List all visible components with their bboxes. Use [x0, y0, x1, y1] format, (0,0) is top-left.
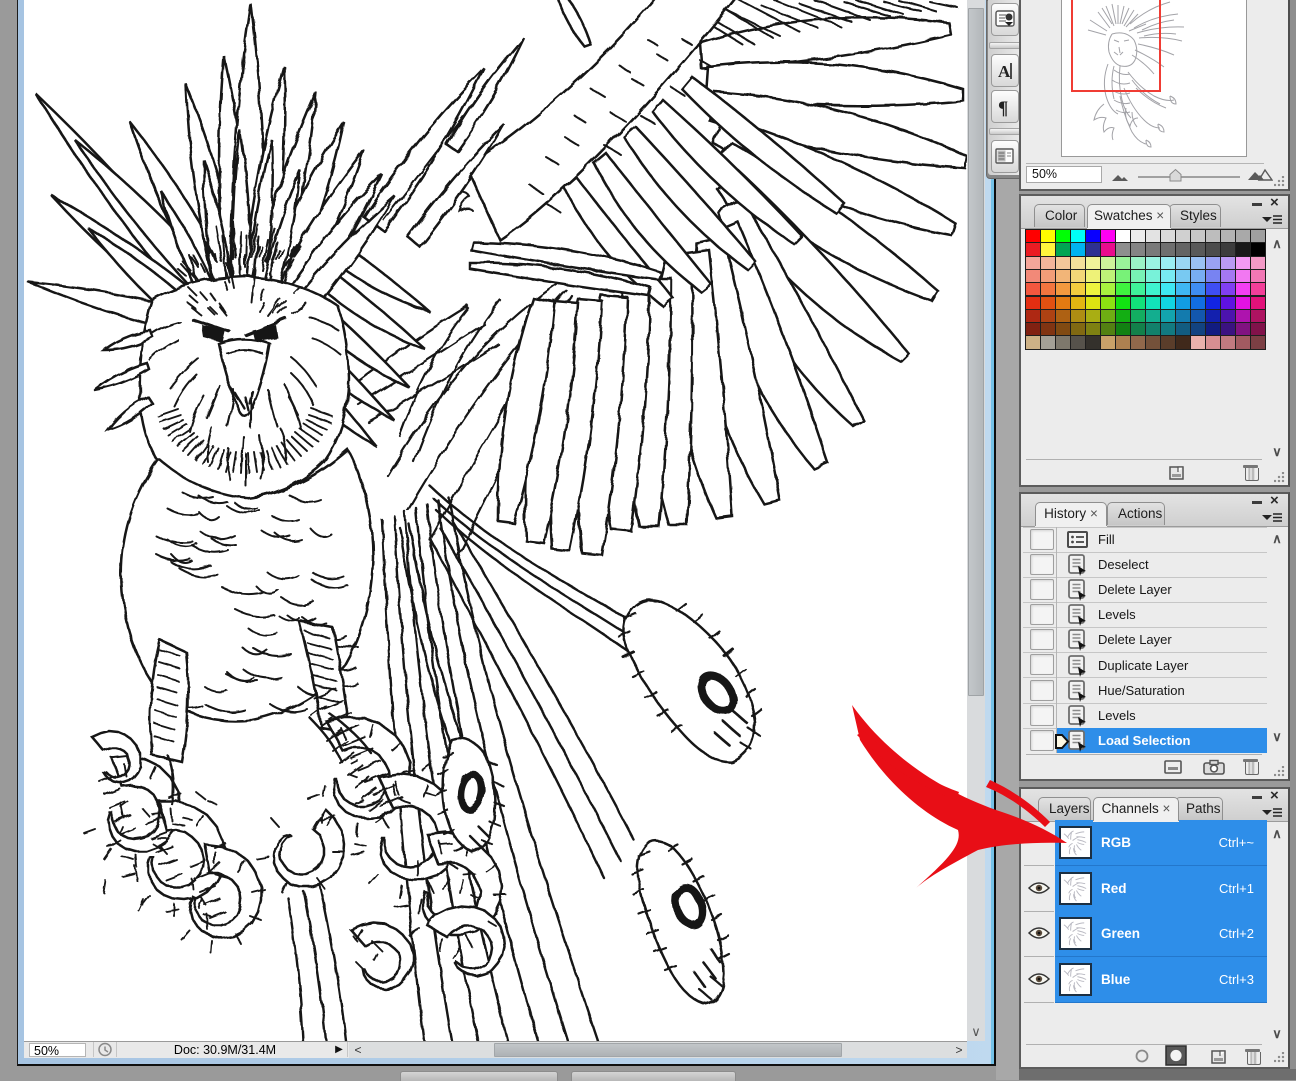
- svg-text:¶: ¶: [998, 98, 1008, 119]
- svg-text:A: A: [998, 62, 1011, 81]
